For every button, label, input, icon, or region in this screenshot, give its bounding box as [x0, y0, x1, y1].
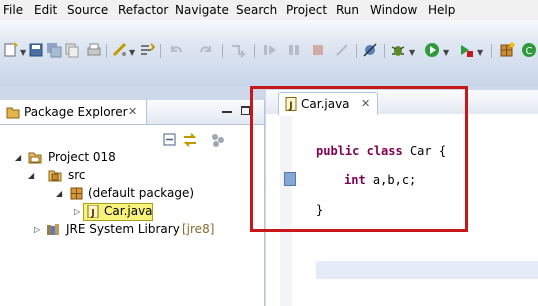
save-all-icon[interactable]: [46, 42, 62, 58]
step-icon[interactable]: [230, 42, 246, 58]
menu-window[interactable]: Window: [370, 3, 417, 17]
svg-text:C: C: [526, 46, 533, 57]
menu-source[interactable]: Source: [67, 3, 108, 17]
collapse-arrow-icon[interactable]: ▷: [34, 225, 40, 234]
toggle-mark-occurrences-icon[interactable]: [112, 42, 128, 58]
svg-text:J: J: [90, 208, 95, 218]
source-folder-icon: [48, 170, 62, 182]
collapse-arrow-icon[interactable]: ▷: [74, 207, 80, 216]
link-with-editor-icon[interactable]: [182, 132, 198, 148]
minimize-icon[interactable]: [222, 111, 232, 113]
package-explorer-tab-bar: Package Explorer ✕: [0, 100, 264, 125]
menu-help[interactable]: Help: [428, 3, 455, 17]
debug-dropdown-icon[interactable]: ▼: [409, 48, 415, 57]
package-icon: [70, 187, 83, 200]
package-explorer-title: Package Explorer: [24, 105, 128, 119]
tree-label: Project 018: [48, 150, 116, 164]
menu-file[interactable]: File: [3, 3, 23, 17]
current-line-highlight: [316, 261, 538, 279]
new-java-class-icon[interactable]: C: [521, 42, 537, 58]
suspend-icon[interactable]: [286, 42, 302, 58]
expand-arrow-icon[interactable]: ◢: [28, 171, 34, 180]
print-icon[interactable]: [86, 42, 102, 58]
resume-icon[interactable]: [262, 42, 278, 58]
toolbar-separator: [106, 44, 107, 58]
package-explorer-icon: [6, 105, 20, 119]
java-file-icon: J: [87, 205, 99, 218]
new-dropdown-icon[interactable]: ▼: [20, 48, 26, 57]
menu-project[interactable]: Project: [286, 3, 327, 17]
tree-label: Car.java: [104, 204, 153, 218]
tree-item-default-package[interactable]: ◢ (default package): [0, 186, 264, 202]
copy-icon[interactable]: [64, 42, 80, 58]
redo-icon[interactable]: [198, 42, 214, 58]
maximize-icon[interactable]: [241, 106, 250, 115]
debug-icon[interactable]: [390, 42, 406, 58]
marks-dropdown-icon[interactable]: ▼: [129, 48, 135, 57]
library-icon: [47, 224, 59, 235]
run-icon[interactable]: [424, 42, 440, 58]
disconnect-icon[interactable]: [334, 42, 350, 58]
new-icon[interactable]: [3, 42, 19, 58]
external-tools-dropdown-icon[interactable]: ▼: [477, 48, 483, 57]
project-folder-icon: [28, 152, 42, 164]
tree-label: src: [68, 168, 86, 182]
tree-item-car-java[interactable]: ▷ J Car.java: [0, 203, 264, 221]
toolbar-separator: [491, 44, 492, 58]
tree-item-jre-library[interactable]: ▷ JRE System Library [jre8]: [0, 222, 264, 238]
menu-refactor[interactable]: Refactor: [118, 3, 168, 17]
toolbar-separator: [384, 44, 385, 58]
collapse-all-icon[interactable]: [162, 132, 178, 148]
tree-label: JRE System Library: [66, 222, 180, 236]
toolbar-separator: [222, 44, 223, 58]
skip-breakpoints-icon[interactable]: [362, 42, 378, 58]
new-java-package-icon[interactable]: [499, 42, 515, 58]
toolbar-separator: [160, 44, 161, 58]
build-icon[interactable]: [139, 42, 155, 58]
save-icon[interactable]: [28, 42, 44, 58]
menu-run[interactable]: Run: [336, 3, 359, 17]
tree-item-project[interactable]: ◢ Project 018: [0, 150, 264, 166]
annotation-highlight-box: [250, 86, 468, 232]
close-icon[interactable]: ✕: [128, 105, 137, 118]
undo-icon[interactable]: [168, 42, 184, 58]
menu-edit[interactable]: Edit: [34, 3, 57, 17]
tree-item-src[interactable]: ◢ src: [0, 168, 264, 184]
package-explorer-tab[interactable]: Package Explorer ✕: [0, 100, 147, 124]
expand-arrow-icon[interactable]: ◢: [56, 189, 62, 198]
toolbar-separator: [254, 44, 255, 58]
tree-label-decoration: [jre8]: [182, 222, 215, 236]
expand-arrow-icon[interactable]: ◢: [15, 153, 21, 162]
menu-search[interactable]: Search: [236, 3, 277, 17]
run-dropdown-icon[interactable]: ▼: [443, 48, 449, 57]
menu-navigate[interactable]: Navigate: [175, 3, 229, 17]
view-menu-icon[interactable]: [210, 132, 226, 148]
toolbar: ▼ ▼ ▼ ▼ ▼ C: [0, 20, 538, 86]
package-explorer-view: Package Explorer ✕ ◢ Project 018 ◢ src ◢…: [0, 100, 265, 306]
terminate-icon[interactable]: [310, 42, 326, 58]
run-external-tools-icon[interactable]: [458, 42, 474, 58]
toolbar-separator: [356, 44, 357, 58]
menu-bar: File Edit Source Refactor Navigate Searc…: [0, 0, 538, 20]
tree-label: (default package): [88, 186, 195, 200]
